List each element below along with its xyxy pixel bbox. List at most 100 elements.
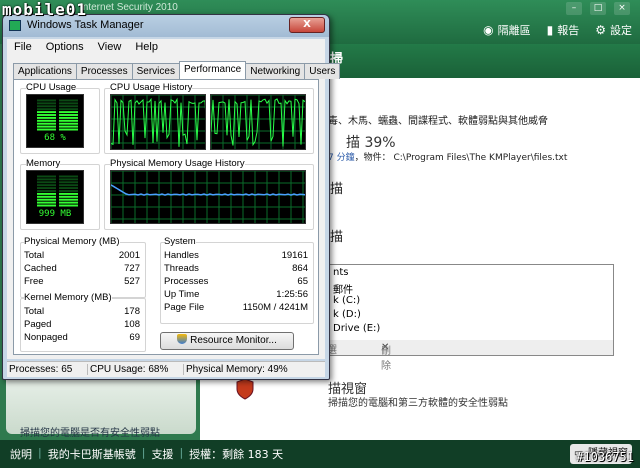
kernel-total-key: Total: [24, 306, 45, 317]
cpu-meter-segment: [59, 119, 78, 122]
tab-applications[interactable]: Applications: [13, 63, 77, 79]
sys-threads-key: Threads: [164, 263, 199, 274]
kernel-paged-value: 108: [124, 319, 140, 330]
phys-total-key: Total: [24, 250, 45, 261]
globe-icon: ◉: [483, 23, 494, 37]
task-manager-title: Windows Task Manager: [27, 19, 144, 31]
tab-users[interactable]: Users: [304, 63, 341, 79]
memory-history-label: Physical Memory Usage History: [110, 158, 245, 169]
scan-progress: 描 39%: [346, 135, 396, 151]
tab-processes[interactable]: Processes: [75, 63, 133, 79]
status-memory: Physical Memory: 49%: [183, 364, 288, 375]
status-cpu: CPU Usage: 68%: [87, 364, 168, 375]
phys-cached-row: Cached 727: [24, 263, 140, 274]
memory-meter-segment: [59, 204, 78, 207]
window-controls: – □ ×: [566, 2, 630, 15]
separator: |: [179, 446, 184, 459]
list-delete-label: 刪除: [381, 346, 391, 372]
cpu-meter-segment: [59, 114, 78, 116]
memory-label: Memory: [26, 158, 61, 169]
background-toolbar: ◉ 隔離區 ▮ 報告 ⚙ 設定: [483, 22, 632, 38]
tab-performance[interactable]: Performance: [178, 61, 247, 80]
sys-uptime-row: Up Time 1:25:56: [164, 289, 308, 300]
tab-services[interactable]: Services: [131, 63, 180, 79]
scan-list-toolbar: 選 ✕ 刪除: [324, 340, 614, 372]
cpu-meter-segment: [37, 102, 56, 105]
sys-threads-row: Threads 864: [164, 263, 308, 274]
resource-monitor-label: Resource Monitor...: [190, 335, 277, 346]
phys-total-value: 2001: [118, 250, 140, 261]
memory-history-line: [111, 184, 305, 196]
resource-monitor-button[interactable]: Resource Monitor...: [160, 332, 294, 350]
toolbar-settings[interactable]: ⚙ 設定: [595, 22, 632, 38]
sys-handles-key: Handles: [164, 250, 199, 261]
cpu-meter-segment: [37, 105, 56, 108]
task-manager-body: Applications Processes Services Performa…: [7, 57, 341, 359]
watermark-logo: mobile01: [2, 0, 88, 19]
list-item[interactable]: 郵件: [333, 281, 353, 296]
cpu-meter-segment: [37, 116, 56, 119]
scan-object-label: ，物件：: [354, 153, 391, 163]
watermark-id: #1036751: [576, 450, 634, 464]
memory-meter-segment: [59, 187, 78, 190]
cpu-history-chart-1: [111, 95, 205, 149]
phys-total-row: Total 2001: [24, 250, 140, 261]
list-item[interactable]: k (D:): [333, 309, 361, 320]
cpu-usage-meter: 68 %: [26, 94, 84, 148]
cpu-meter-segment: [59, 125, 78, 128]
toolbar-quarantine-label: 隔離區: [497, 24, 531, 37]
cpu-meter-segment: [37, 108, 56, 111]
cpu-meter-segment: [37, 111, 56, 114]
memory-meter-segment: [59, 198, 78, 201]
memory-meter-segment: [37, 190, 56, 192]
minimize-icon[interactable]: –: [566, 2, 582, 15]
memory-bars: [37, 175, 78, 207]
scan-description: 毒、木馬、蠕蟲、間諜程式、軟體弱點與其他威脅: [328, 116, 548, 127]
support-link[interactable]: 支援: [151, 446, 173, 462]
close-icon[interactable]: ×: [614, 2, 630, 15]
status-processes: Processes: 65: [9, 364, 73, 375]
phys-free-value: 527: [124, 276, 140, 287]
menu-view[interactable]: View: [91, 39, 129, 57]
scan-path: 7 分鐘，物件： C:\Program Files\The KMPlayer\f…: [328, 150, 567, 163]
kernel-paged-row: Paged 108: [24, 319, 140, 330]
cpu-meter-segment: [37, 122, 56, 125]
list-item[interactable]: nts: [333, 267, 348, 278]
list-item[interactable]: Drive (E:): [333, 323, 380, 334]
memory-meter-segment: [59, 192, 78, 195]
cpu-meter-segment: [59, 111, 78, 114]
scan-object-path: C:\Program Files\The KMPlayer\files.txt: [393, 153, 568, 163]
memory-meter-segment: [59, 201, 78, 204]
phys-free-key: Free: [24, 276, 44, 287]
cpu-meter-segment: [37, 114, 56, 116]
cpu-meter-segment: [59, 116, 78, 119]
sys-uptime-value: 1:25:56: [276, 289, 308, 300]
sys-pagefile-row: Page File 1150M / 4241M: [164, 302, 308, 313]
memory-meter-segment: [59, 178, 78, 181]
menu-file[interactable]: File: [7, 39, 39, 57]
sys-pagefile-key: Page File: [164, 302, 205, 313]
task-manager-icon: [9, 20, 21, 31]
tab-networking[interactable]: Networking: [245, 63, 306, 79]
cpu-meter-segment: [59, 105, 78, 108]
phys-cached-value: 727: [124, 263, 140, 274]
sys-processes-key: Processes: [164, 276, 209, 287]
cpu-meter-segment: [59, 99, 78, 102]
memory-value: 999 MB: [38, 209, 72, 219]
toolbar-reports[interactable]: ▮ 報告: [547, 22, 580, 38]
menu-help[interactable]: Help: [128, 39, 165, 57]
help-link[interactable]: 說明: [10, 446, 32, 462]
sys-processes-value: 65: [297, 276, 308, 287]
cpu-meter-segment: [37, 99, 56, 102]
account-link[interactable]: 我的卡巴斯基帳號: [48, 446, 136, 462]
toolbar-quarantine[interactable]: ◉ 隔離區: [483, 22, 530, 38]
menu-options[interactable]: Options: [39, 39, 91, 57]
license-link[interactable]: 授權：剩餘 183 天: [189, 446, 283, 462]
list-item[interactable]: k (C:): [333, 295, 360, 306]
tab-strip: Applications Processes Services Performa…: [13, 61, 341, 80]
memory-meter-segment: [59, 195, 78, 198]
background-left-text: 掃描您的電腦是否有安全性弱點: [20, 428, 160, 439]
memory-meter-segment: [59, 190, 78, 192]
maximize-icon[interactable]: □: [590, 2, 606, 15]
close-button[interactable]: X: [289, 17, 325, 33]
